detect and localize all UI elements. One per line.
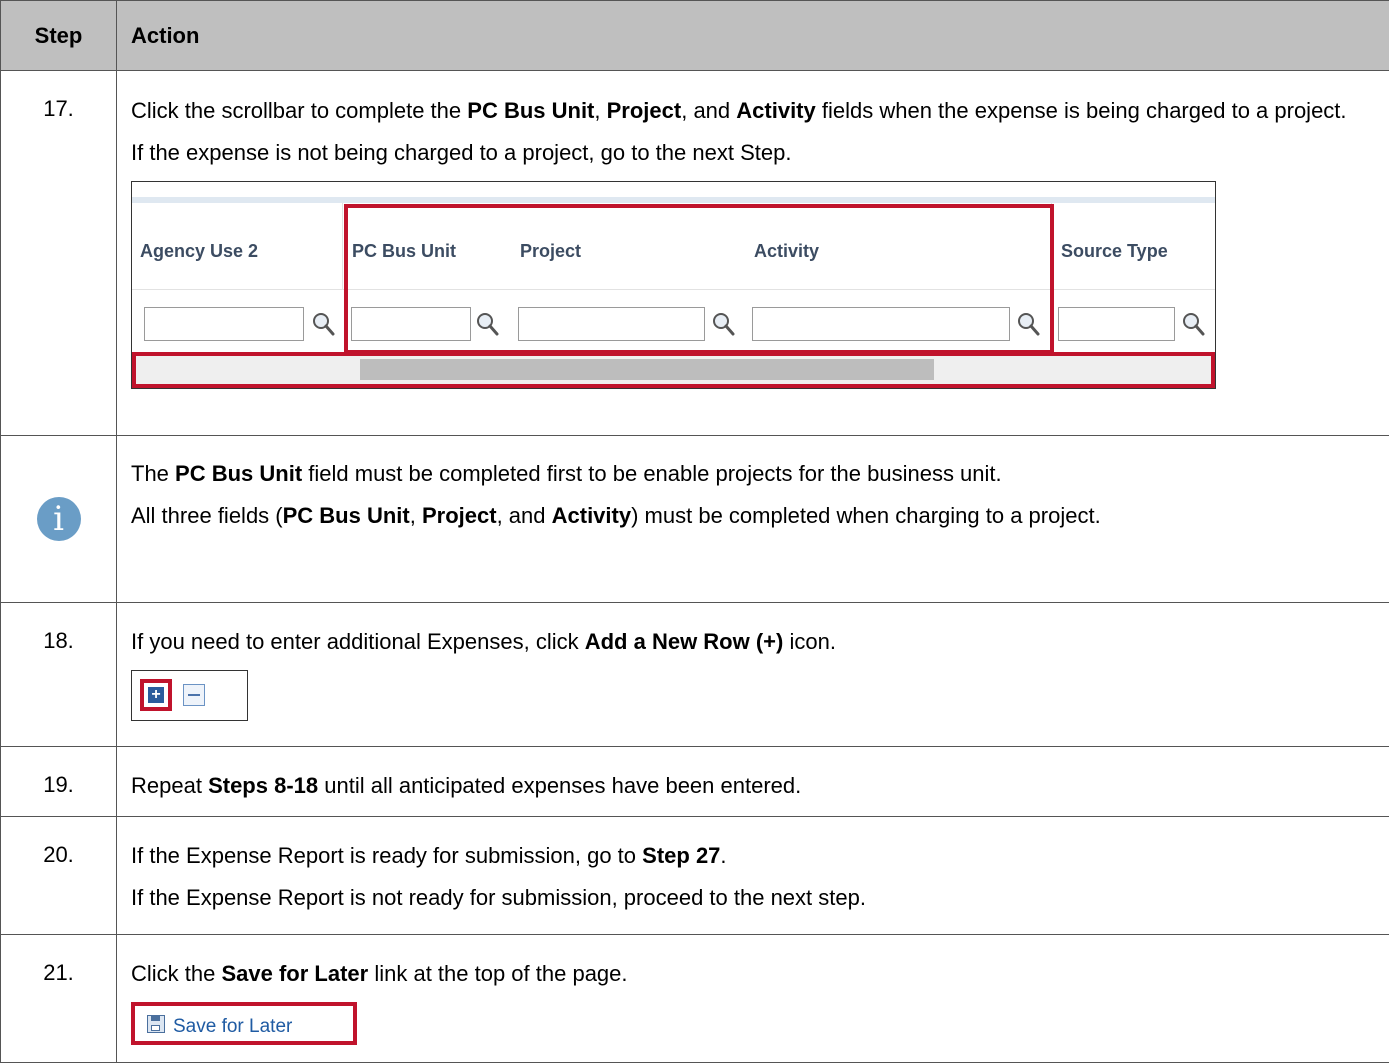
step-action: If you need to enter additional Expenses… (116, 602, 1389, 747)
step-action: Click the Save for Later link at the top… (116, 934, 1389, 1063)
step-row-17: 17. Click the scrollbar to complete the … (0, 70, 1389, 436)
info-note-2: All three fields (PC Bus Unit, Project, … (131, 503, 1101, 528)
save-for-later-label: Save for Later (173, 1016, 293, 1037)
instruction-note: If the expense is not being charged to a… (131, 140, 792, 165)
info-icon: i (36, 497, 81, 541)
step-row-21: 21. Click the Save for Later link at the… (0, 934, 1389, 1063)
steps-table: Step Action 17. Click the scrollbar to c… (0, 0, 1389, 1063)
info-row: i The PC Bus Unit field must be complete… (0, 435, 1389, 603)
save-disk-icon (147, 1015, 165, 1033)
source-type-input[interactable] (1058, 307, 1175, 341)
add-row-icon[interactable]: + (148, 687, 164, 703)
instruction-note: If the Expense Report is not ready for s… (131, 885, 866, 910)
step-number: 21. (0, 934, 117, 1063)
step-action: Repeat Steps 8-18 until all anticipated … (116, 746, 1389, 817)
delete-row-icon[interactable] (183, 684, 205, 706)
magnifier-icon[interactable] (1180, 310, 1206, 338)
info-note-1: The PC Bus Unit field must be completed … (131, 461, 1002, 486)
column-header-agency-use-2: Agency Use 2 (132, 203, 343, 289)
instruction: Click the scrollbar to complete the PC B… (131, 98, 1347, 123)
save-for-later-link[interactable]: Save for Later (131, 1002, 357, 1045)
add-row-highlight: + (140, 679, 172, 711)
step-row-19: 19. Repeat Steps 8-18 until all anticipa… (0, 746, 1389, 817)
instruction: Click the Save for Later link at the top… (131, 961, 628, 986)
magnifier-icon[interactable] (310, 310, 336, 338)
header-row: Step Action (0, 0, 1389, 71)
row-buttons-screenshot: + (131, 670, 248, 721)
info-icon-cell: i (0, 435, 117, 603)
highlight-project-fields (344, 204, 1054, 354)
instruction: If the Expense Report is ready for submi… (131, 843, 727, 868)
action-header: Action (116, 0, 1389, 71)
step-row-20: 20. If the Expense Report is ready for s… (0, 816, 1389, 935)
column-header-source-type: Source Type (1053, 203, 1215, 289)
instruction: Repeat Steps 8-18 until all anticipated … (131, 773, 802, 798)
agency-use-2-input[interactable] (144, 307, 304, 341)
info-text: The PC Bus Unit field must be completed … (116, 435, 1389, 603)
step-number: 18. (0, 602, 117, 747)
expense-grid-screenshot: Agency Use 2 PC Bus Unit Project Activit… (131, 181, 1216, 389)
instruction: If you need to enter additional Expenses… (131, 629, 836, 654)
step-action: Click the scrollbar to complete the PC B… (116, 70, 1389, 436)
highlight-scrollbar (132, 352, 1215, 388)
step-number: 17. (0, 70, 117, 436)
step-action: If the Expense Report is ready for submi… (116, 816, 1389, 935)
step-row-18: 18. If you need to enter additional Expe… (0, 602, 1389, 747)
step-header: Step (0, 0, 117, 71)
step-number: 20. (0, 816, 117, 935)
step-number: 19. (0, 746, 117, 817)
